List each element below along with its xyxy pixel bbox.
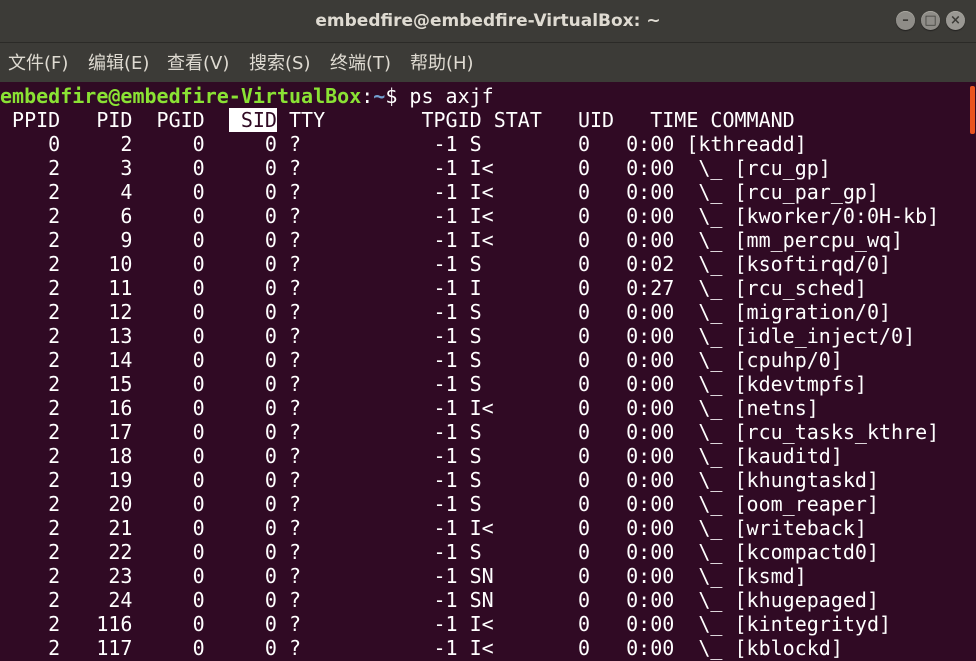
process-row: 2 4 0 0 ? -1 I< 0 0:00 \_ [rcu_par_gp] — [0, 180, 879, 204]
scrollbar-track[interactable] — [968, 82, 976, 661]
terminal-output[interactable]: embedfire@embedfire-VirtualBox:~$ ps axj… — [0, 82, 968, 661]
command-text: ps axjf — [409, 84, 494, 108]
menu-terminal[interactable]: 终端(T) — [330, 43, 391, 82]
header-sid-highlight: SID — [228, 108, 277, 132]
process-row: 2 10 0 0 ? -1 S 0 0:02 \_ [ksoftirqd/0] — [0, 252, 892, 276]
process-row: 2 23 0 0 ? -1 SN 0 0:00 \_ [ksmd] — [0, 564, 807, 588]
menu-edit[interactable]: 编辑(E) — [88, 43, 149, 82]
minimize-button[interactable]: – — [896, 11, 915, 30]
process-row: 2 13 0 0 ? -1 S 0 0:00 \_ [idle_inject/0… — [0, 324, 916, 348]
menu-search[interactable]: 搜索(S) — [249, 43, 310, 82]
process-row: 2 19 0 0 ? -1 S 0 0:00 \_ [khungtaskd] — [0, 468, 879, 492]
close-icon: × — [950, 13, 961, 28]
process-row: 2 17 0 0 ? -1 S 0 0:00 \_ [rcu_tasks_kth… — [0, 420, 940, 444]
process-row: 2 6 0 0 ? -1 I< 0 0:00 \_ [kworker/0:0H-… — [0, 204, 940, 228]
process-row: 2 12 0 0 ? -1 S 0 0:00 \_ [migration/0] — [0, 300, 892, 324]
process-row: 2 22 0 0 ? -1 S 0 0:00 \_ [kcompactd0] — [0, 540, 879, 564]
terminal-window: embedfire@embedfire-VirtualBox: ~ – □ × … — [0, 0, 976, 661]
menu-file[interactable]: 文件(F) — [8, 43, 68, 82]
process-row: 2 20 0 0 ? -1 S 0 0:00 \_ [oom_reaper] — [0, 492, 879, 516]
process-row: 2 3 0 0 ? -1 I< 0 0:00 \_ [rcu_gp] — [0, 156, 831, 180]
process-row: 2 15 0 0 ? -1 S 0 0:00 \_ [kdevtmpfs] — [0, 372, 867, 396]
header-pre: PPID PID PGID — [0, 108, 229, 132]
maximize-icon: □ — [924, 13, 937, 28]
scrollbar-thumb[interactable] — [970, 86, 975, 134]
process-row: 2 11 0 0 ? -1 I 0 0:27 \_ [rcu_sched] — [0, 276, 867, 300]
minimize-icon: – — [902, 13, 909, 28]
menu-bar: 文件(F) 编辑(E) 查看(V) 搜索(S) 终端(T) 帮助(H) — [0, 43, 976, 82]
prompt-path: ~ — [373, 84, 386, 108]
prompt-line: embedfire@embedfire-VirtualBox:~$ ps axj… — [0, 84, 494, 108]
process-row: 2 21 0 0 ? -1 I< 0 0:00 \_ [writeback] — [0, 516, 867, 540]
maximize-button[interactable]: □ — [921, 11, 940, 30]
prompt-symbol: $ — [385, 84, 410, 108]
process-row: 2 9 0 0 ? -1 I< 0 0:00 \_ [mm_percpu_wq] — [0, 228, 904, 252]
process-row: 2 14 0 0 ? -1 S 0 0:00 \_ [cpuhp/0] — [0, 348, 843, 372]
title-bar[interactable]: embedfire@embedfire-VirtualBox: ~ – □ × — [0, 0, 976, 43]
process-row: 0 2 0 0 ? -1 S 0 0:00 [kthreadd] — [0, 132, 807, 156]
process-row: 2 16 0 0 ? -1 I< 0 0:00 \_ [netns] — [0, 396, 819, 420]
process-row: 2 18 0 0 ? -1 S 0 0:00 \_ [kauditd] — [0, 444, 843, 468]
menu-help[interactable]: 帮助(H) — [410, 43, 474, 82]
ps-header: PPID PID PGID SID TTY TPGID STAT UID TIM… — [0, 108, 795, 132]
header-post: TTY TPGID STAT UID TIME COMMAND — [276, 108, 795, 132]
process-row: 2 117 0 0 ? -1 I< 0 0:00 \_ [kblockd] — [0, 636, 843, 660]
process-row: 2 116 0 0 ? -1 I< 0 0:00 \_ [kintegrityd… — [0, 612, 892, 636]
menu-view[interactable]: 查看(V) — [167, 43, 229, 82]
close-button[interactable]: × — [946, 11, 965, 30]
prompt-separator: : — [361, 84, 374, 108]
window-title: embedfire@embedfire-VirtualBox: ~ — [315, 11, 661, 31]
process-row: 2 24 0 0 ? -1 SN 0 0:00 \_ [khugepaged] — [0, 588, 879, 612]
prompt-user: embedfire@embedfire-VirtualBox — [0, 84, 362, 108]
